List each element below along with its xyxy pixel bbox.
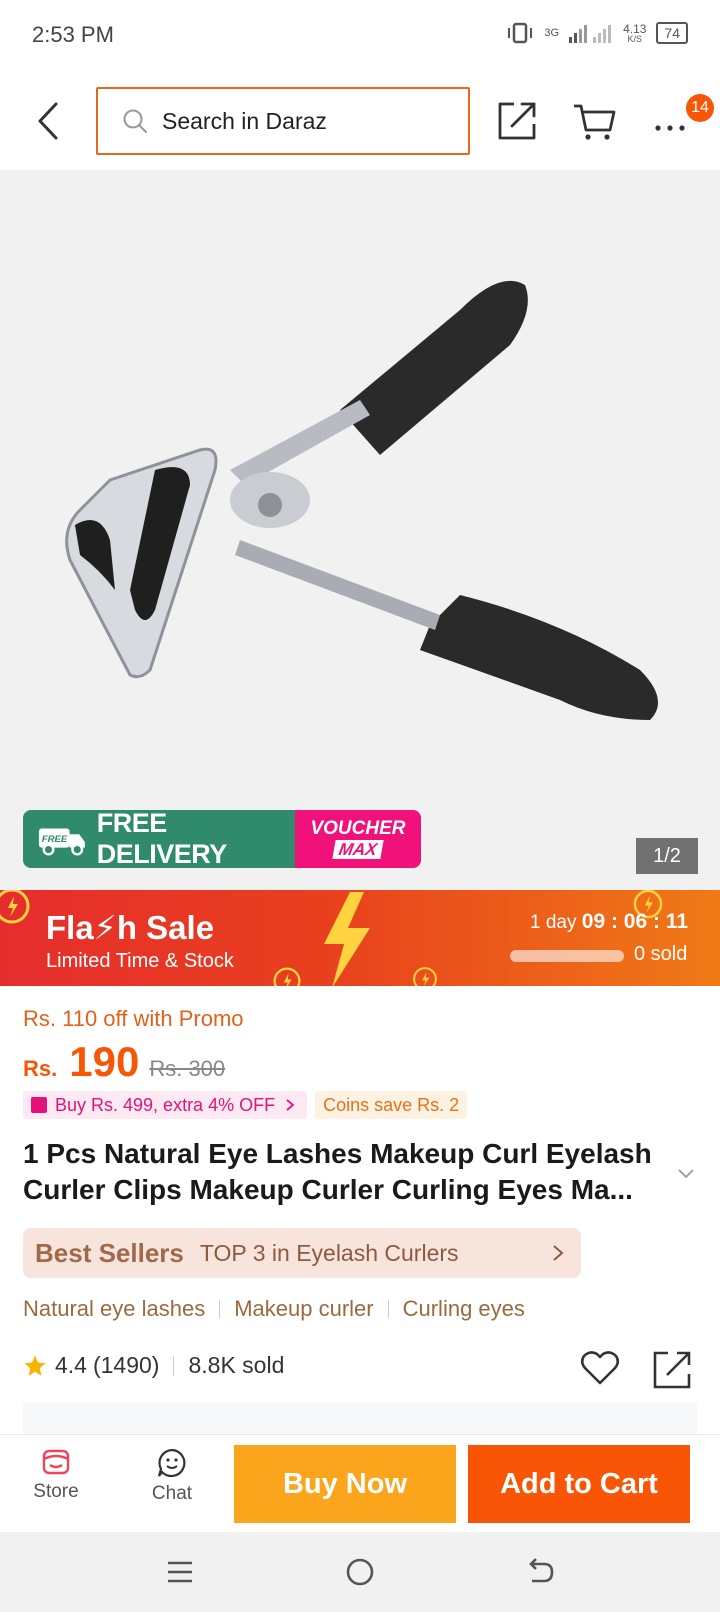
back-nav-icon[interactable] [520, 1554, 560, 1590]
flash-clock-icon [413, 967, 437, 986]
system-nav-bar [0, 1532, 720, 1612]
status-icons: 3G 4.13 K/S 74 [506, 22, 688, 44]
keyword-tags: Natural eye lashes Makeup curler Curling… [23, 1296, 525, 1322]
chat-button[interactable]: Chat [140, 1447, 204, 1505]
search-input[interactable]: Search in Daraz [96, 87, 470, 155]
store-label: Store [33, 1481, 79, 1502]
keyword-tag[interactable]: Curling eyes [403, 1296, 525, 1322]
timer-clock: 09 : 06 : 11 [581, 910, 689, 933]
voucher-max-label: MAX [332, 840, 384, 859]
flash-sale-subtitle: Limited Time & Stock [46, 950, 234, 972]
current-price: 190 [69, 1038, 140, 1085]
add-to-cart-button[interactable]: Add to Cart [468, 1445, 690, 1523]
sold-total: 8.8K sold [188, 1352, 285, 1378]
buy-now-button[interactable]: Buy Now [234, 1445, 456, 1523]
chat-label: Chat [151, 1483, 193, 1504]
sold-count: 0 sold [634, 943, 688, 965]
heart-icon[interactable] [580, 1350, 620, 1386]
rating-value: 4.4 [55, 1352, 87, 1378]
notification-badge: 14 [686, 94, 714, 122]
store-button[interactable]: Store [24, 1447, 88, 1503]
delivery-truck-icon: FREE [38, 828, 85, 856]
lightning-bolt-icon [324, 892, 370, 986]
coins-tag[interactable]: Coins save Rs. 2 [315, 1091, 468, 1119]
status-bar: 2:53 PM 3G 4.13 K/S 74 [0, 0, 720, 72]
original-price: Rs. 300 [149, 1056, 226, 1081]
search-icon [123, 109, 147, 133]
bottom-action-bar: Store Chat Buy Now Add to Cart [0, 1434, 720, 1532]
free-delivery-badge: FREE FREE DELIVERY [23, 810, 295, 868]
flash-clock-icon [0, 890, 30, 924]
flash-clock-icon [273, 967, 301, 986]
share-icon[interactable] [652, 1350, 692, 1390]
divider [173, 1355, 175, 1376]
product-image-gallery[interactable]: FREE FREE DELIVERY VOUCHER MAX 1/2 [0, 170, 720, 890]
signal-icon [569, 25, 612, 43]
promo-tags: Buy Rs. 499, extra 4% OFF Coins save Rs.… [23, 1091, 468, 1119]
share-icon[interactable] [496, 100, 538, 142]
back-icon[interactable] [30, 98, 70, 144]
image-counter: 1/2 [636, 838, 698, 874]
keyword-tag[interactable]: Makeup curler [234, 1296, 373, 1322]
store-icon [42, 1449, 70, 1475]
divider [219, 1300, 221, 1318]
price-currency: Rs. [23, 1056, 58, 1081]
star-icon [24, 1355, 46, 1376]
status-time: 2:53 PM [32, 22, 114, 47]
flash-sale-title: Fla⚡h Sale [46, 909, 215, 946]
sold-progress-bar [510, 950, 624, 962]
voucher-max-badge: VOUCHER MAX [295, 810, 421, 868]
top-nav: Search in Daraz 14 [0, 72, 720, 170]
promo-banner[interactable]: FREE FREE DELIVERY VOUCHER MAX [23, 810, 421, 868]
divider [387, 1300, 389, 1318]
rating-row[interactable]: 4.4 (1490) 8.8K sold [23, 1352, 284, 1379]
delivery-info-row[interactable] [23, 1402, 697, 1436]
battery-indicator: 74 [656, 22, 688, 44]
keyword-tag[interactable]: Natural eye lashes [23, 1296, 205, 1322]
bundle-offer-tag[interactable]: Buy Rs. 499, extra 4% OFF [23, 1091, 308, 1119]
vibrate-icon [508, 22, 533, 44]
countdown-timer: 1 day 09 : 06 : 11 [530, 910, 688, 934]
timer-days: 1 day [530, 912, 577, 933]
best-sellers-banner[interactable]: Best Sellers TOP 3 in Eyelash Curlers [23, 1228, 581, 1278]
flash-sale-banner[interactable]: Fla⚡h Sale Limited Time & Stock 1 day 09… [0, 890, 720, 986]
rating-count: (1490) [92, 1352, 160, 1378]
chevron-right-icon [553, 1245, 564, 1261]
chevron-down-icon[interactable] [676, 1166, 696, 1180]
home-icon[interactable] [340, 1554, 380, 1590]
menu-icon[interactable] [160, 1554, 200, 1590]
best-sellers-rank: TOP 3 in Eyelash Curlers [199, 1239, 459, 1266]
free-label: FREE [42, 834, 68, 845]
network-type: 3G [544, 27, 560, 39]
best-sellers-label: Best Sellers [35, 1237, 184, 1268]
free-delivery-text: FREE DELIVERY [96, 810, 228, 868]
promo-discount-text: Rs. 110 off with Promo [23, 1006, 244, 1031]
search-placeholder: Search in Daraz [162, 107, 327, 134]
price-row: Rs. 190 Rs. 300 [23, 1038, 225, 1086]
voucher-label: VOUCHER [310, 818, 406, 839]
chat-icon [157, 1448, 186, 1478]
network-speed: 4.13 K/S [623, 21, 647, 44]
chevron-right-icon [286, 1099, 295, 1111]
product-title: 1 Pcs Natural Eye Lashes Makeup Curl Eye… [23, 1138, 652, 1205]
product-image [65, 280, 658, 720]
voucher-icon [31, 1097, 47, 1113]
cart-icon[interactable] [572, 102, 616, 142]
